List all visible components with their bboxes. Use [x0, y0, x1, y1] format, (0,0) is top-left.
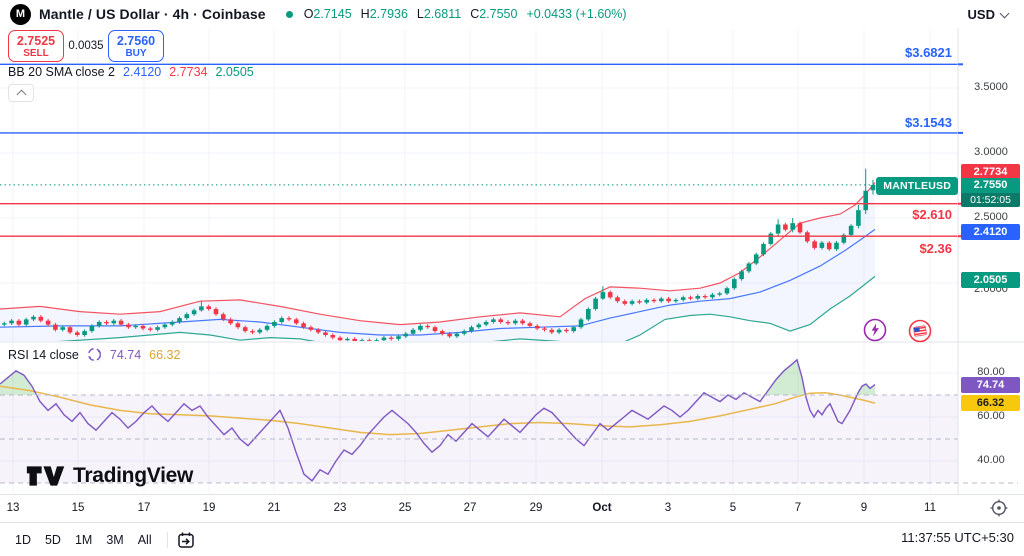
rsi-ma-axis-badge: 66.32 — [961, 395, 1020, 411]
current-price-value: 2.7550 — [961, 178, 1020, 193]
time-axis-label: 3 — [665, 502, 671, 514]
spread-value: 0.0035 — [64, 40, 108, 52]
time-axis-label: 11 — [924, 502, 936, 514]
chevron-down-icon — [1000, 8, 1010, 18]
ohlc-l: L2.6811 — [417, 7, 461, 21]
price-axis-label: 60.00 — [962, 410, 1020, 422]
current-price-badge: 2.7550 01:52:05 — [961, 178, 1020, 207]
chart-header: M Mantle / US Dollar · 4h · Coinbase O2.… — [0, 0, 1024, 28]
rsi-value: 74.74 — [110, 348, 141, 362]
price-change: +0.0433 (+1.60%) — [526, 7, 626, 21]
price-axis-label: 40.00 — [962, 454, 1020, 466]
price-line-symbol-label: MANTLEUSD — [876, 177, 958, 195]
currency-label: USD — [968, 7, 995, 22]
range-switcher: 1D5D1M3MAll — [8, 529, 159, 551]
time-axis[interactable]: 13 15 17 19 21 23 25 27 29 Oct 3 5 7 9 11 — [0, 494, 1024, 522]
time-axis-label: 21 — [268, 502, 281, 514]
collapse-legend-button[interactable] — [8, 84, 34, 102]
rsi-axis-badge: 74.74 — [961, 377, 1020, 393]
range-all[interactable]: All — [131, 529, 159, 551]
time-axis-label: 23 — [334, 502, 347, 514]
bb-upper-value: 2.7734 — [169, 65, 207, 79]
rsi-indicator-legend[interactable]: RSI 14 close 74.74 66.32 — [8, 347, 180, 362]
range-1d[interactable]: 1D — [8, 529, 38, 551]
sell-price: 2.7525 — [17, 34, 55, 48]
mantle-logo-icon: M — [10, 4, 31, 25]
bb-indicator-legend[interactable]: BB 20 SMA close 2 2.4120 2.7734 2.0505 — [8, 65, 254, 79]
price-axis-label: 3.0000 — [962, 146, 1020, 158]
time-axis-label: 7 — [795, 502, 801, 514]
time-axis-label: 13 — [7, 502, 20, 514]
sell-label: SELL — [23, 48, 49, 59]
lightning-trade-icon[interactable] — [863, 318, 887, 342]
symbol-title[interactable]: Mantle / US Dollar · 4h · Coinbase — [39, 6, 266, 22]
ohlc-o: O2.7145 — [304, 7, 352, 21]
time-axis-label: Oct — [592, 502, 611, 514]
ohlc-h: H2.7936 — [361, 7, 408, 21]
range-5d[interactable]: 5D — [38, 529, 68, 551]
refresh-icon — [87, 347, 102, 362]
bb-lower-axis-badge: 2.0505 — [961, 272, 1020, 288]
ohlc-c: C2.7550 — [470, 7, 517, 21]
time-axis-label: 17 — [138, 502, 151, 514]
clock-utc[interactable]: 11:37:55 UTC+5:30 — [901, 530, 1014, 545]
price-level-label[interactable]: $3.6821 — [905, 45, 952, 60]
bb-lower-value: 2.0505 — [215, 65, 253, 79]
axis-settings-icon[interactable] — [989, 498, 1009, 518]
buy-label: BUY — [125, 48, 146, 59]
time-axis-label: 5 — [730, 502, 736, 514]
time-axis-label: 15 — [72, 502, 85, 514]
price-axis-label: 3.5000 — [962, 81, 1020, 93]
toolbar-divider — [167, 532, 168, 548]
time-axis-label: 9 — [861, 502, 867, 514]
price-axis-label: 2.5000 — [962, 211, 1020, 223]
rsi-ma-value: 66.32 — [149, 348, 180, 362]
buy-button[interactable]: 2.7560 BUY — [108, 30, 164, 62]
us-flag-event-icon[interactable] — [908, 319, 932, 343]
calendar-arrow-icon — [176, 530, 196, 550]
bb-basis-value: 2.4120 — [123, 65, 161, 79]
price-level-label[interactable]: $2.36 — [919, 241, 952, 256]
tradingview-chart-window: { "header": { "logo_letter": "M", "symbo… — [0, 0, 1024, 556]
buy-price: 2.7560 — [117, 34, 155, 48]
time-axis-label: 25 — [399, 502, 412, 514]
tradingview-logo-text: TradingView — [73, 464, 193, 488]
price-level-label[interactable]: $2.610 — [912, 207, 952, 222]
time-axis-label: 29 — [530, 502, 543, 514]
go-to-date-button[interactable] — [176, 530, 196, 550]
rsi-legend-title: RSI 14 close — [8, 348, 79, 362]
range-3m[interactable]: 3M — [99, 529, 130, 551]
trade-panel: 2.7525 SELL 0.0035 2.7560 BUY — [8, 30, 164, 62]
ohlc-readout: O2.7145 H2.7936 L2.6811 C2.7550 — [304, 7, 518, 21]
time-axis-label: 19 — [203, 502, 216, 514]
bottom-toolbar: 1D5D1M3MAll — [0, 522, 1024, 556]
range-1m[interactable]: 1M — [68, 529, 99, 551]
tradingview-logo-icon — [26, 463, 66, 489]
market-status-dot — [286, 11, 293, 18]
bar-countdown: 01:52:05 — [961, 193, 1020, 207]
tradingview-logo[interactable]: TradingView — [26, 463, 193, 489]
bb-legend-title: BB 20 SMA close 2 — [8, 65, 115, 79]
chevron-up-icon — [16, 90, 26, 100]
bb-basis-axis-badge: 2.4120 — [961, 224, 1020, 240]
price-level-label[interactable]: $3.1543 — [905, 115, 952, 130]
time-axis-label: 27 — [464, 502, 477, 514]
currency-selector[interactable]: USD — [962, 5, 1014, 24]
sell-button[interactable]: 2.7525 SELL — [8, 30, 64, 62]
